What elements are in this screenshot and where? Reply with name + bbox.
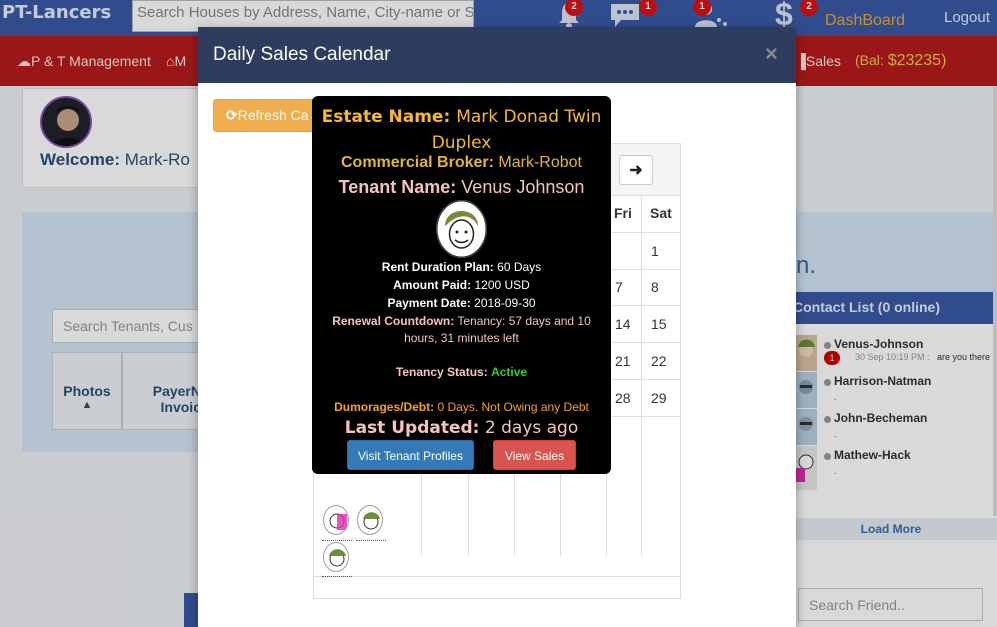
close-icon[interactable]: × <box>765 41 778 67</box>
date-cell[interactable]: 15 <box>651 316 667 332</box>
calendar-grid-line <box>314 576 680 577</box>
avatar-underline <box>322 540 352 541</box>
avatar-underline <box>356 540 386 541</box>
tenancy-status: Tenancy Status: Active <box>395 365 528 379</box>
status-badge: Active <box>491 365 528 379</box>
date-cell[interactable]: 8 <box>651 279 659 295</box>
arrow-right-icon: ➜ <box>629 162 643 179</box>
next-month-button[interactable]: ➜ <box>619 155 653 185</box>
dumorage-debt: Dumorages/Debt: 0 Days. Not Owing any De… <box>334 400 589 414</box>
date-cell[interactable]: 14 <box>615 316 631 332</box>
amount-paid: Amount Paid: 1200 USD <box>393 278 530 292</box>
tenant-avatar[interactable] <box>357 505 383 535</box>
estate-name: Estate Name: Mark Donad Twin Duplex <box>321 107 602 153</box>
modal-header: Daily Sales Calendar × <box>198 27 796 83</box>
date-cell[interactable]: 21 <box>615 353 631 369</box>
visit-tenant-profiles-button[interactable]: Visit Tenant Profiles <box>347 440 474 470</box>
refresh-icon: ⟳ <box>226 107 238 123</box>
date-cell[interactable]: 22 <box>651 353 667 369</box>
rent-duration: Rent Duration Plan: 60 Days <box>381 260 542 274</box>
date-cell[interactable]: 7 <box>615 279 623 295</box>
renewal-countdown: Renewal Countdown: Tenancy: 57 days and … <box>332 314 591 345</box>
last-updated: Last Updated: 2 days ago <box>344 418 579 438</box>
calendar-grid-line <box>641 196 642 556</box>
tenant-avatar[interactable] <box>323 542 349 572</box>
tenant-photo <box>436 200 487 258</box>
date-cell[interactable]: 29 <box>651 390 667 406</box>
avatar-underline <box>322 576 352 577</box>
commercial-broker: Commercial Broker: Mark-Robot <box>341 154 582 171</box>
view-sales-button[interactable]: View Sales <box>493 440 576 470</box>
day-header-fri: Fri <box>614 205 632 221</box>
tenant-info-tooltip: Estate Name: Mark Donad Twin Duplex Comm… <box>312 96 611 474</box>
date-cell[interactable]: 28 <box>615 390 631 406</box>
date-cell[interactable]: 1 <box>651 243 659 259</box>
modal-title: Daily Sales Calendar <box>213 44 391 65</box>
day-header-sat: Sat <box>650 205 672 221</box>
tenant-avatar[interactable] <box>323 505 349 535</box>
refresh-calendar-button[interactable]: ⟳Refresh Ca <box>213 99 323 132</box>
tenant-name: Tenant Name: Venus Johnson <box>338 177 585 197</box>
payment-date: Payment Date: 2018-09-30 <box>387 296 536 310</box>
